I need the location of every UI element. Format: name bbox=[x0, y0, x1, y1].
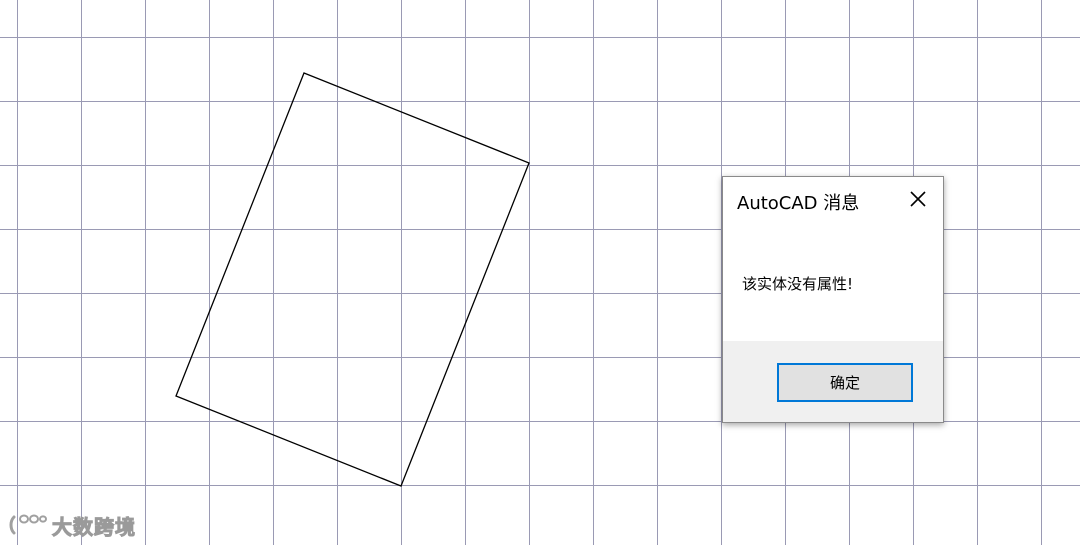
autocad-message-dialog: AutoCAD 消息 该实体没有属性! 确定 bbox=[722, 176, 944, 423]
dialog-title: AutoCAD 消息 bbox=[737, 193, 860, 214]
close-icon bbox=[910, 191, 926, 207]
dialog-message: 该实体没有属性! bbox=[742, 275, 854, 293]
watermark-text: 大数跨境 bbox=[52, 514, 136, 539]
rotated-rectangle-shape[interactable] bbox=[175, 72, 530, 487]
dialog-button-area: 确定 bbox=[723, 341, 943, 422]
close-button[interactable] bbox=[905, 187, 931, 213]
watermark: 大数跨境 bbox=[8, 510, 136, 540]
ok-button[interactable]: 确定 bbox=[777, 363, 913, 402]
wechat-logo-icon bbox=[9, 514, 47, 535]
